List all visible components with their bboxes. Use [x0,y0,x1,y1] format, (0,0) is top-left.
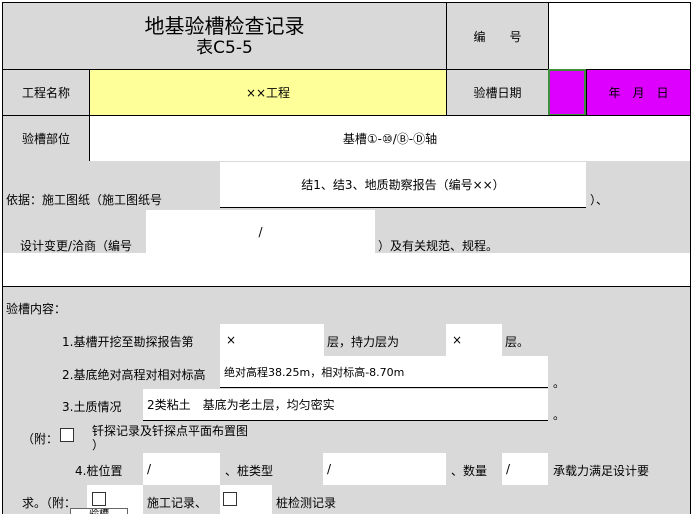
pile-count-cell[interactable]: / [502,453,548,485]
date-label-cell[interactable]: 验槽日期 [446,69,549,116]
item4-prefix: 4.桩位置 [75,464,123,478]
line5-opt1: 施工记录、 [147,496,208,510]
basis-line1-prefix: 依据：施工图纸（施工图纸号 [6,192,163,207]
blank-band[interactable] [2,253,691,287]
pile-type-cell[interactable]: / [323,453,446,485]
date-units: 年 月 日 [608,86,669,100]
item3-soil-value: 2类粘土 基底为老土层，均匀密实 [147,398,335,412]
pile-count-value: / [506,462,511,476]
location-value: 基槽①-⑩/Ⓑ-Ⓓ轴 [342,132,438,146]
item3-prefix: 3.土质情况 [62,400,122,414]
pile-type-value: / [327,462,332,476]
line5-prefix: 求。（附： [22,496,77,510]
project-name-value: ××工程 [245,86,291,100]
item1-bearing-layer-cell[interactable]: × [446,324,502,356]
project-name-label-cell[interactable]: 工程名称 [2,69,90,116]
item1-bearing-layer-value: × [452,333,463,347]
pile-position-value: / [147,462,152,476]
number-value-cell[interactable] [548,2,691,70]
item4-suffix: 承载力满足设计要 [553,464,650,478]
sheet-tab[interactable]: 验槽 [70,508,128,514]
item1-suffix: 层。 [505,335,530,349]
sheet-tab-label: 验槽 [89,509,109,514]
project-name-value-cell[interactable]: ××工程 [89,69,447,116]
title-cell[interactable]: 地基验槽检查记录 表C5-5 [2,2,447,70]
change-number-cell[interactable]: / [146,210,375,254]
checkbox-icon [60,428,74,442]
basis-line1-suffix: ）、 [590,192,609,207]
probe-record-checkbox[interactable] [60,428,74,445]
item2-suffix: 。 [553,376,566,390]
item3-soil-cell[interactable]: 2类粘土 基底为老土层，均匀密实 [143,389,548,421]
pile-type-label: 、桩类型 [225,464,274,478]
date-units-cell[interactable]: 年 月 日 [586,69,691,116]
table-number: 表C5-5 [196,38,253,58]
drawing-number-cell[interactable]: 结1、结3、地质勘察报告（编号××） [220,162,586,208]
date-label: 验槽日期 [473,86,522,100]
item2-elevation-cell[interactable]: 绝对高程38.25m，相对标高-8.70m [220,356,548,388]
construction-record-checkbox[interactable] [92,492,106,509]
content-heading: 验槽内容： [6,302,67,316]
location-label-cell[interactable]: 验槽部位 [2,115,90,162]
form-title: 地基验槽检查记录 [144,14,305,38]
date-value-cell-selected[interactable] [548,69,586,116]
location-value-cell[interactable]: 基槽①-⑩/Ⓑ-Ⓓ轴 [89,115,691,162]
item2-prefix: 2.基底绝对高程对相对标高 [62,368,206,382]
item3-suffix: 。 [553,408,566,422]
item1-layer-value: × [226,333,237,347]
number-label: 编 号 [473,29,522,44]
item1-prefix: 1.基槽开挖至勘探报告第 [62,335,194,349]
pile-test-record-checkbox[interactable] [223,492,237,509]
attach1-text: 钎探记录及钎探点平面布置图 [92,424,249,438]
attach1-close: ） [92,438,105,452]
change-number-value: / [258,224,263,239]
checkbox-icon [223,492,237,506]
item2-elevation-value: 绝对高程38.25m，相对标高-8.70m [224,365,405,379]
location-label: 验槽部位 [21,132,70,146]
basis-line2-suffix: ）及有关规范、规程。 [378,238,499,253]
drawing-number-value: 结1、结3、地质勘察报告（编号××） [301,178,505,192]
item1-mid: 层，持力层为 [327,335,400,349]
basis-line2-prefix: 设计变更/洽商（编号 [20,238,133,253]
checkbox-icon [92,492,106,506]
project-name-label: 工程名称 [21,86,70,100]
number-label-cell[interactable]: 编 号 [446,2,549,70]
pile-position-cell[interactable]: / [143,453,220,485]
attach1-prefix: （附： [22,432,59,446]
item1-layer-cell[interactable]: × [220,324,324,356]
pile-count-label: 、数量 [451,464,488,478]
line5-opt2: 桩检测记录 [276,496,337,510]
